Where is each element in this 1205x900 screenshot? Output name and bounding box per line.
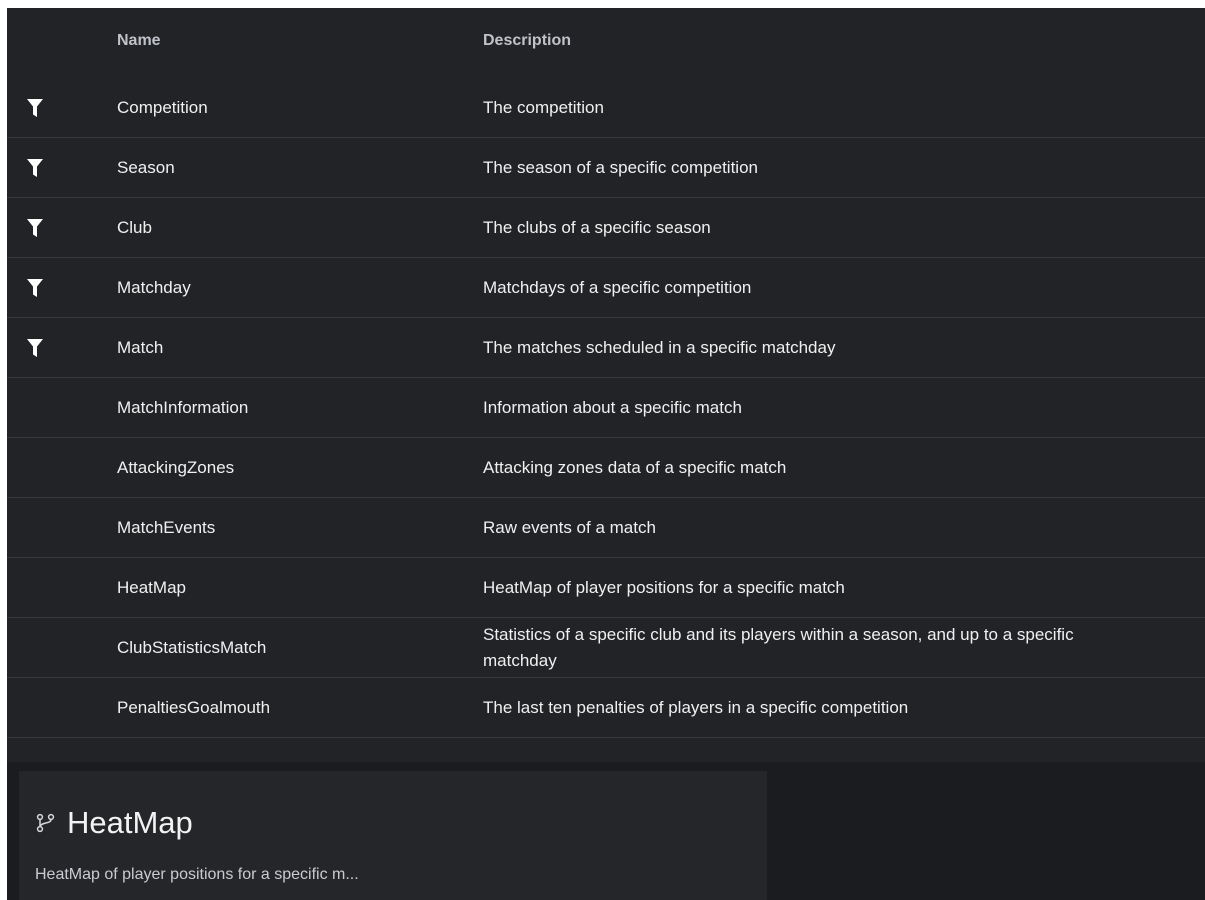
row-description: The clubs of a specific season bbox=[483, 217, 711, 237]
row-name: PenaltiesGoalmouth bbox=[117, 697, 271, 717]
row-name: Season bbox=[117, 157, 175, 177]
fork-icon bbox=[35, 812, 57, 834]
resources-panel: Name Description Competition The competit… bbox=[7, 8, 1205, 900]
filter-cell bbox=[27, 198, 43, 257]
row-description: The matches scheduled in a specific matc… bbox=[483, 337, 836, 357]
row-name: AttackingZones bbox=[117, 457, 235, 477]
row-description: Information about a specific match bbox=[483, 397, 742, 417]
table-row[interactable]: Club The clubs of a specific season bbox=[7, 198, 1205, 258]
filter-cell bbox=[27, 318, 43, 377]
filter-icon[interactable] bbox=[27, 278, 43, 297]
filter-icon[interactable] bbox=[27, 338, 43, 357]
table-header: Name Description bbox=[7, 8, 1205, 78]
details-area: HeatMap HeatMap of player positions for … bbox=[7, 762, 1205, 900]
row-name: ClubStatisticsMatch bbox=[117, 637, 267, 657]
card-title: HeatMap bbox=[67, 805, 193, 840]
column-header-description[interactable]: Description bbox=[483, 8, 1123, 78]
row-name: Matchday bbox=[117, 277, 191, 297]
filter-cell bbox=[27, 78, 43, 137]
table-row[interactable]: ClubStatisticsMatch Statistics of a speci… bbox=[7, 618, 1205, 678]
row-description: Matchdays of a specific competition bbox=[483, 277, 752, 297]
row-description: Attacking zones data of a specific match bbox=[483, 457, 787, 477]
row-description: The competition bbox=[483, 97, 604, 117]
table-row[interactable]: PenaltiesGoalmouth The last ten penalties… bbox=[7, 678, 1205, 738]
row-description: The season of a specific competition bbox=[483, 157, 758, 177]
row-description: The last ten penalties of players in a s… bbox=[483, 697, 909, 717]
row-description: Statistics of a specific club and its pl… bbox=[483, 624, 1074, 670]
resource-card-heatmap[interactable]: HeatMap HeatMap of player positions for … bbox=[19, 771, 767, 900]
table-row[interactable]: Matchday Matchdays of a specific competit… bbox=[7, 258, 1205, 318]
table-row[interactable]: MatchEvents Raw events of a match bbox=[7, 498, 1205, 558]
row-description: Raw events of a match bbox=[483, 517, 656, 537]
row-name: HeatMap bbox=[117, 577, 186, 597]
row-name: Match bbox=[117, 337, 164, 357]
filter-icon[interactable] bbox=[27, 218, 43, 237]
filter-cell bbox=[27, 138, 43, 197]
row-name: Competition bbox=[117, 97, 208, 117]
row-description: HeatMap of player positions for a specif… bbox=[483, 577, 845, 597]
table-row[interactable]: Match The matches scheduled in a specific… bbox=[7, 318, 1205, 378]
table-row[interactable]: HeatMap HeatMap of player positions for a… bbox=[7, 558, 1205, 618]
card-description: HeatMap of player positions for a specif… bbox=[35, 866, 359, 883]
column-header-name[interactable]: Name bbox=[117, 8, 161, 78]
filter-cell bbox=[27, 258, 43, 317]
row-name: MatchInformation bbox=[117, 397, 249, 417]
table-row[interactable]: MatchInformation Information about a spec… bbox=[7, 378, 1205, 438]
resources-table: Name Description Competition The competit… bbox=[7, 8, 1205, 738]
filter-icon[interactable] bbox=[27, 98, 43, 117]
row-name: MatchEvents bbox=[117, 517, 216, 537]
table-row[interactable]: Season The season of a specific competiti… bbox=[7, 138, 1205, 198]
table-row[interactable]: Competition The competition bbox=[7, 78, 1205, 138]
card-title-row: HeatMap bbox=[35, 805, 193, 841]
row-name: Club bbox=[117, 217, 152, 237]
table-row[interactable]: AttackingZones Attacking zones data of a … bbox=[7, 438, 1205, 498]
filter-icon[interactable] bbox=[27, 158, 43, 177]
